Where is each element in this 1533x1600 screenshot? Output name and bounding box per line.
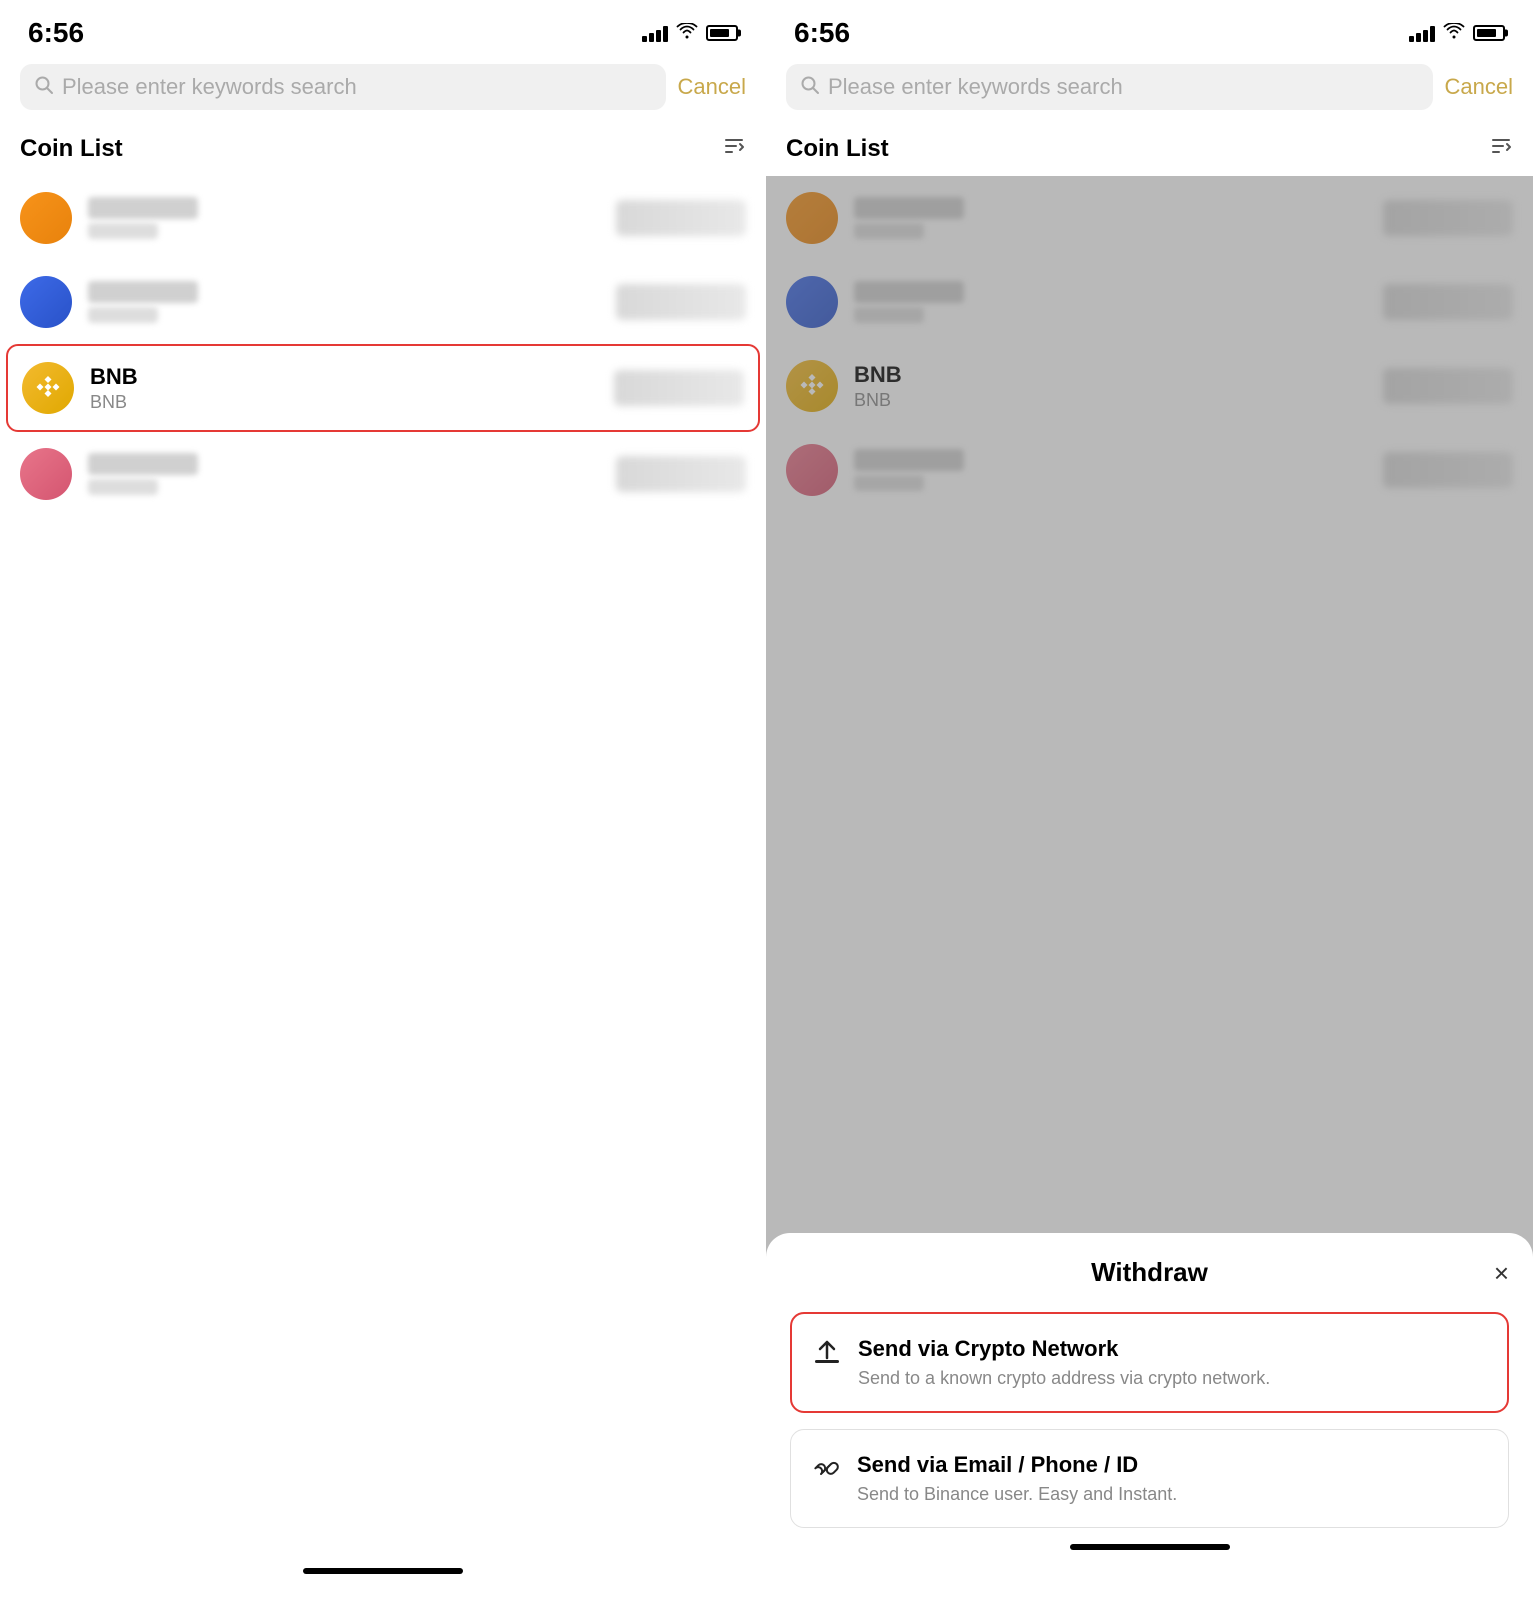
crypto-network-option[interactable]: Send via Crypto Network Send to a known … [790,1312,1509,1413]
right-home-indicator [1070,1544,1230,1550]
coin-info [88,197,600,239]
email-phone-desc: Send to Binance user. Easy and Instant. [857,1484,1177,1505]
left-cancel-button[interactable]: Cancel [678,74,746,100]
search-icon [34,75,54,100]
close-button[interactable]: × [1494,1260,1509,1286]
coin-blur-name [88,453,198,475]
coin-blur-right [616,284,746,320]
right-panel-content: BNB BNB Withdraw × [766,176,1533,1600]
right-sort-icon[interactable] [1489,134,1513,164]
crypto-network-title: Send via Crypto Network [858,1336,1270,1362]
coin-blur-name [88,197,198,219]
right-signal-icon [1409,24,1435,42]
bnb-list-item[interactable]: BNB BNB [6,344,760,432]
right-search-placeholder: Please enter keywords search [828,74,1123,100]
coin-avatar [20,276,72,328]
battery-icon [706,25,738,41]
bnb-ticker: BNB [90,392,598,413]
coin-avatar [20,192,72,244]
right-search-bar: Please enter keywords search Cancel [766,56,1533,118]
right-phone-panel: 6:56 [766,0,1533,1600]
left-coin-list: BNB BNB [0,176,766,1556]
coin-blur-sub [88,223,158,239]
coin-blur-right [616,456,746,492]
bnb-name: BNB [90,364,598,390]
list-item[interactable] [20,432,746,516]
withdraw-bottom-sheet: Withdraw × Send via Crypto Network Send … [766,1233,1533,1600]
coin-blur-right [614,370,744,406]
right-status-bar: 6:56 [766,0,1533,56]
right-wifi-icon [1443,23,1465,44]
upload-icon [812,1338,842,1375]
left-search-bar: Please enter keywords search Cancel [0,56,766,118]
bottom-sheet-header: Withdraw × [790,1257,1509,1288]
crypto-network-info: Send via Crypto Network Send to a known … [858,1336,1270,1389]
coin-blur-name [88,281,198,303]
signal-icon [642,24,668,42]
right-coin-list-header: Coin List [766,118,1533,176]
bnb-avatar [22,362,74,414]
right-status-icons [1409,23,1505,44]
coin-avatar [20,448,72,500]
list-item[interactable] [20,260,746,344]
left-phone-panel: 6:56 [0,0,766,1600]
link-icon [811,1454,841,1491]
left-search-placeholder: Please enter keywords search [62,74,357,100]
right-battery-icon [1473,25,1505,41]
coin-blur-right [616,200,746,236]
left-search-input-container[interactable]: Please enter keywords search [20,64,666,110]
right-search-input-container[interactable]: Please enter keywords search [786,64,1433,110]
coin-blur-sub [88,479,158,495]
right-cancel-button[interactable]: Cancel [1445,74,1513,100]
coin-blur-sub [88,307,158,323]
sort-icon[interactable] [722,134,746,164]
bottom-sheet-title: Withdraw [1091,1257,1208,1288]
left-coin-list-header: Coin List [0,118,766,176]
right-status-time: 6:56 [794,17,850,49]
email-phone-title: Send via Email / Phone / ID [857,1452,1177,1478]
right-coin-list-title: Coin List [786,135,889,163]
bnb-info: BNB BNB [90,364,598,413]
email-phone-option[interactable]: Send via Email / Phone / ID Send to Bina… [790,1429,1509,1528]
crypto-network-desc: Send to a known crypto address via crypt… [858,1368,1270,1389]
left-status-time: 6:56 [28,17,84,49]
left-status-icons [642,23,738,44]
coin-info [88,453,600,495]
left-coin-list-title: Coin List [20,135,123,163]
right-search-icon [800,75,820,100]
wifi-icon [676,23,698,44]
coin-info [88,281,600,323]
left-home-indicator [303,1568,463,1574]
left-status-bar: 6:56 [0,0,766,56]
list-item[interactable] [20,176,746,260]
email-phone-info: Send via Email / Phone / ID Send to Bina… [857,1452,1177,1505]
